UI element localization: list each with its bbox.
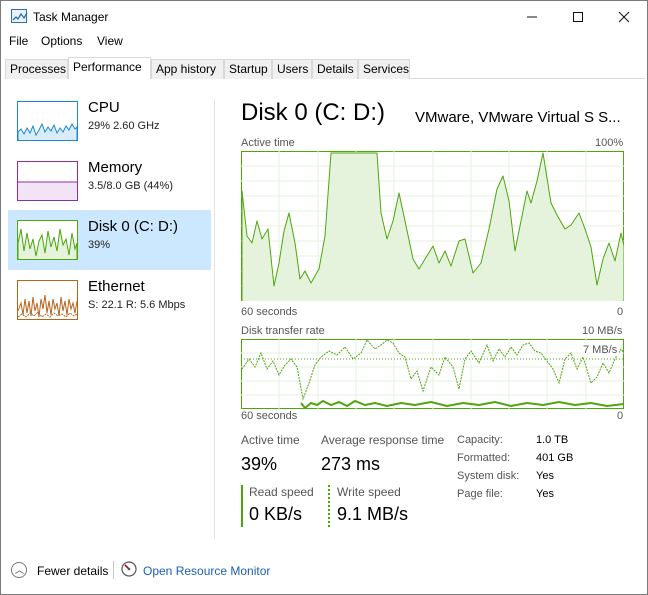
sidebar-item-title: CPU (88, 99, 120, 116)
open-resource-monitor-link[interactable]: Open Resource Monitor (143, 564, 270, 578)
task-manager-window: Task Manager File Options View Processes… (0, 0, 648, 595)
read-speed-value: 0 KB/s (249, 504, 303, 524)
active-time-chart-max: 100% (595, 137, 624, 149)
page-file-value: Yes (536, 488, 554, 500)
sidebar-item-disk[interactable]: Disk 0 (C: D:) 39% (8, 210, 211, 270)
sidebar-item-subtitle: 29% 2.60 GHz (88, 120, 160, 132)
minimize-icon (527, 16, 537, 17)
transfer-rate-chart-zero: 0 (617, 410, 624, 422)
sidebar-item-cpu[interactable]: CPU 29% 2.60 GHz (8, 91, 211, 151)
read-speed-label: Read speed (249, 485, 314, 499)
formatted-label: Formatted: (457, 452, 511, 464)
tab-processes[interactable]: Processes (5, 59, 68, 79)
transfer-rate-graph (241, 339, 624, 409)
read-speed-indicator (241, 485, 243, 527)
sidebar-item-title: Memory (88, 159, 143, 176)
transfer-rate-chart-label: Disk transfer rate (241, 325, 325, 337)
ethernet-thumbnail-graph (17, 280, 78, 320)
disk-model: VMware, VMware Virtual S S... (415, 109, 621, 126)
sidebar-item-title: Ethernet (88, 278, 145, 295)
maximize-button[interactable] (555, 1, 601, 32)
tab-strip: Processes Performance App history Startu… (5, 57, 645, 80)
tab-startup[interactable]: Startup (224, 59, 272, 79)
sidebar-item-ethernet[interactable]: Ethernet S: 22.1 R: 5.6 Mbps (8, 270, 211, 330)
fewer-details-button[interactable]: ︿ (11, 562, 27, 578)
cpu-thumbnail-graph (17, 101, 78, 141)
write-speed-label: Write speed (337, 485, 401, 499)
window-title: Task Manager (33, 10, 109, 24)
resource-monitor-icon (121, 561, 137, 580)
tab-performance[interactable]: Performance (68, 57, 151, 80)
active-time-graph (241, 151, 624, 301)
transfer-rate-chart-max: 10 MB/s (582, 325, 623, 337)
footer-separator (113, 561, 114, 579)
sidebar-item-subtitle: S: 22.1 R: 5.6 Mbps (88, 299, 186, 311)
capacity-label: Capacity: (457, 434, 503, 446)
minimize-button[interactable] (509, 1, 555, 32)
transfer-rate-chart-duration: 60 seconds (241, 410, 298, 422)
sidebar-divider (214, 99, 215, 539)
menu-view[interactable]: View (97, 34, 123, 48)
active-time-value: 39% (241, 454, 278, 474)
active-time-chart-label: Active time (241, 137, 295, 149)
write-speed-indicator (328, 485, 330, 527)
system-disk-value: Yes (536, 470, 554, 482)
memory-thumbnail-graph (17, 161, 78, 201)
task-manager-app-icon (11, 9, 28, 23)
page-file-label: Page file: (457, 488, 503, 500)
tab-app-history[interactable]: App history (151, 59, 224, 79)
sidebar-item-title: Disk 0 (C: D:) (88, 218, 178, 235)
tab-services[interactable]: Services (358, 59, 410, 79)
formatted-value: 401 GB (536, 452, 574, 464)
fewer-details-label[interactable]: Fewer details (37, 564, 108, 578)
sidebar-item-subtitle: 3.5/8.0 GB (44%) (88, 180, 173, 192)
write-speed-value: 9.1 MB/s (337, 504, 409, 524)
performance-content: CPU 29% 2.60 GHz Memory 3.5/8.0 GB (44%)… (5, 79, 645, 545)
active-time-chart-duration: 60 seconds (241, 306, 298, 318)
sidebar-item-memory[interactable]: Memory 3.5/8.0 GB (44%) (8, 151, 211, 211)
maximize-icon (573, 11, 583, 22)
capacity-value: 1.0 TB (536, 434, 569, 446)
system-disk-label: System disk: (457, 470, 520, 482)
chevron-up-icon: ︿ (15, 565, 25, 575)
footer-bar: ︿ Fewer details Open Resource Monitor (1, 553, 647, 589)
title-bar[interactable]: Task Manager (1, 1, 647, 32)
active-time-chart-zero: 0 (617, 306, 624, 318)
tab-details[interactable]: Details (312, 59, 358, 79)
avg-response-time-value: 273 ms (321, 454, 381, 474)
transfer-rate-marker: 7 MB/s (581, 344, 620, 356)
avg-response-time-label: Average response time (321, 433, 445, 447)
disk-thumbnail-graph (17, 220, 78, 260)
active-time-label: Active time (241, 433, 300, 447)
tab-users[interactable]: Users (272, 59, 312, 79)
close-icon (618, 11, 630, 22)
sidebar-item-subtitle: 39% (88, 239, 111, 251)
menu-file[interactable]: File (9, 34, 28, 48)
close-button[interactable] (601, 1, 647, 32)
menu-options[interactable]: Options (41, 34, 82, 48)
disk-title: Disk 0 (C: D:) (241, 99, 385, 126)
